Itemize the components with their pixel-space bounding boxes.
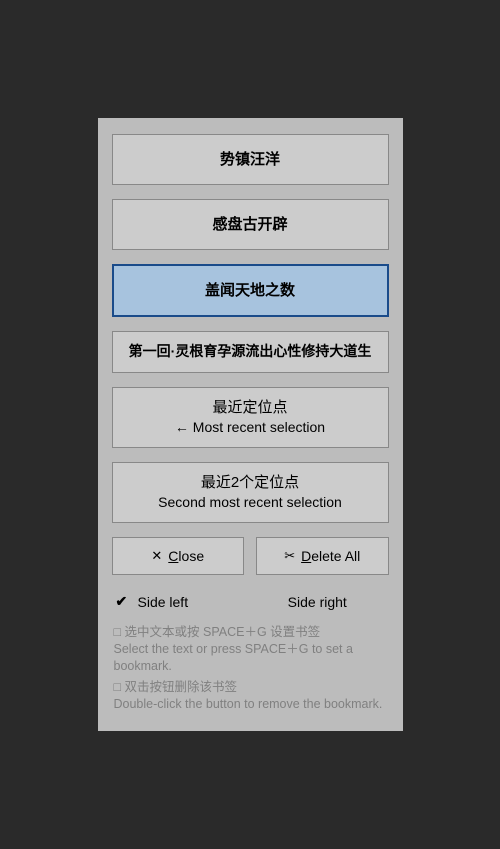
side-right-option[interactable]: Side right: [250, 593, 385, 610]
scissors-icon: ✂: [284, 548, 295, 564]
hint-2: □ 双击按钮删除该书签 Double-click the button to r…: [112, 679, 389, 713]
recent-cn-label: 最近定位点: [121, 398, 380, 418]
recent-cn-label: 最近2个定位点: [121, 473, 380, 493]
side-right-label: Side right: [288, 594, 347, 610]
action-button-row: ✕ Close ✂ Delete All: [112, 537, 389, 575]
bookmark-item-2[interactable]: 盖闻天地之数: [112, 264, 389, 317]
side-left-option[interactable]: ✔ Side left: [116, 593, 251, 610]
arrow-left-icon: ←: [175, 419, 189, 435]
delete-all-label: Delete All: [301, 548, 360, 564]
close-button[interactable]: ✕ Close: [112, 537, 245, 575]
close-icon: ✕: [151, 548, 162, 564]
bookmark-label: 盖闻天地之数: [205, 282, 295, 299]
recent-en-label: ← Most recent selection: [121, 418, 380, 437]
recent-selection-1[interactable]: 最近定位点 ← Most recent selection: [112, 387, 389, 448]
delete-all-button[interactable]: ✂ Delete All: [256, 537, 389, 575]
hint-1: □ 选中文本或按 SPACE＋G 设置书签 Select the text or…: [112, 624, 389, 675]
bookmark-label: 第一回·灵根育孕源流出心性修持大道生: [129, 343, 372, 359]
bookmark-panel: 势镇汪洋 感盘古开辟 盖闻天地之数 第一回·灵根育孕源流出心性修持大道生 最近定…: [98, 118, 403, 730]
bookmark-item-3[interactable]: 第一回·灵根育孕源流出心性修持大道生: [112, 331, 389, 373]
recent-en-label: Second most recent selection: [121, 493, 380, 512]
close-label: Close: [168, 548, 204, 564]
bookmark-label: 势镇汪洋: [220, 151, 280, 168]
side-option-row: ✔ Side left Side right: [112, 593, 389, 610]
bookmark-item-1[interactable]: 感盘古开辟: [112, 199, 389, 250]
bookmark-label: 感盘古开辟: [212, 216, 287, 233]
side-left-label: Side left: [138, 594, 189, 610]
recent-selection-2[interactable]: 最近2个定位点 Second most recent selection: [112, 462, 389, 523]
bookmark-item-0[interactable]: 势镇汪洋: [112, 134, 389, 185]
check-icon: ✔: [116, 593, 130, 610]
